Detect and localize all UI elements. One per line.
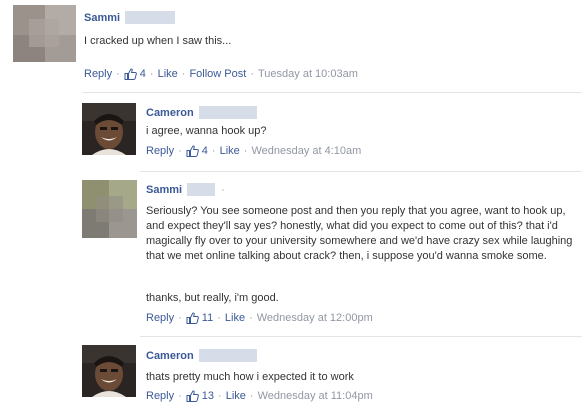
comment-text-closing: thanks, but really, i'm good. (146, 292, 279, 304)
comment-text: I cracked up when I saw this... (84, 35, 232, 47)
blurred-avatar-image (82, 180, 137, 238)
like-link[interactable]: Like (158, 68, 178, 80)
comment-author[interactable]: Cameron (146, 107, 194, 119)
like-count-value: 4 (139, 68, 146, 80)
thumbs-up-icon (186, 390, 199, 402)
comment-divider (82, 92, 582, 93)
comment-actions: Reply · 13 · Like · Wednesday at 11:04pm (146, 390, 373, 402)
separator: · (249, 312, 253, 324)
like-count-value: 11 (201, 312, 214, 324)
timestamp[interactable]: Wednesday at 12:00pm (257, 312, 373, 324)
comment-text: thats pretty much how i expected it to w… (146, 371, 354, 383)
blurred-surname (187, 183, 216, 196)
avatar-sammi[interactable] (82, 180, 137, 238)
comment-divider (140, 336, 582, 337)
timestamp[interactable]: Tuesday at 10:03am (258, 68, 358, 80)
comment-actions: Reply · 11 · Like · Wednesday at 12:00pm (146, 312, 373, 324)
separator: · (181, 68, 186, 80)
separator: · (243, 145, 248, 157)
avatar-sammi[interactable] (13, 5, 76, 62)
like-count-value: 4 (201, 145, 208, 157)
thumbs-up-icon (124, 68, 137, 80)
comment-actions: Reply · 4 · Like · Follow Post · Tuesday… (84, 68, 358, 80)
avatar-cameron[interactable] (82, 103, 136, 155)
timestamp[interactable]: Wednesday at 4:10am (251, 145, 361, 157)
comment-text: Seriously? You see someone post and then… (146, 205, 573, 262)
reply-link[interactable]: Reply (146, 145, 174, 157)
separator: · (250, 68, 254, 80)
comment-author[interactable]: Sammi (84, 12, 120, 24)
reply-link[interactable]: Reply (84, 68, 112, 80)
comment-actions: Reply · 4 · Like · Wednesday at 4:10am (146, 145, 361, 157)
blurred-surname (198, 349, 257, 362)
separator: · (211, 145, 216, 157)
separator: · (149, 68, 154, 80)
like-count[interactable]: 13 (186, 390, 214, 402)
like-count[interactable]: 4 (124, 68, 146, 80)
reply-link[interactable]: Reply (146, 390, 174, 402)
like-link[interactable]: Like (226, 390, 246, 402)
separator: · (178, 145, 182, 157)
follow-post-link[interactable]: Follow Post (189, 68, 246, 80)
separator: · (218, 390, 222, 402)
comment-author[interactable]: Cameron (146, 350, 194, 362)
thumbs-up-icon (186, 312, 199, 324)
like-link[interactable]: Like (220, 145, 240, 157)
comment-author[interactable]: Sammi (146, 184, 182, 196)
like-count-value: 13 (201, 390, 215, 402)
separator: · (217, 312, 221, 324)
like-count[interactable]: 4 (186, 145, 208, 157)
comment-text: i agree, wanna hook up? (146, 125, 267, 137)
thumbs-up-icon (186, 145, 199, 157)
separator: · (178, 390, 182, 402)
like-link[interactable]: Like (225, 312, 245, 324)
reply-link[interactable]: Reply (146, 312, 174, 324)
profile-photo (82, 103, 136, 155)
name-trailing-dot: · (221, 183, 225, 196)
profile-photo (82, 345, 136, 397)
comment-divider (140, 171, 582, 172)
separator: · (116, 68, 120, 80)
blurred-avatar-image (13, 5, 76, 62)
avatar-cameron[interactable] (82, 345, 136, 397)
timestamp[interactable]: Wednesday at 11:04pm (258, 390, 373, 402)
separator: · (249, 390, 254, 402)
blurred-surname (198, 106, 257, 119)
blurred-surname (125, 11, 176, 24)
like-count[interactable]: 11 (186, 312, 213, 324)
separator: · (178, 312, 182, 324)
